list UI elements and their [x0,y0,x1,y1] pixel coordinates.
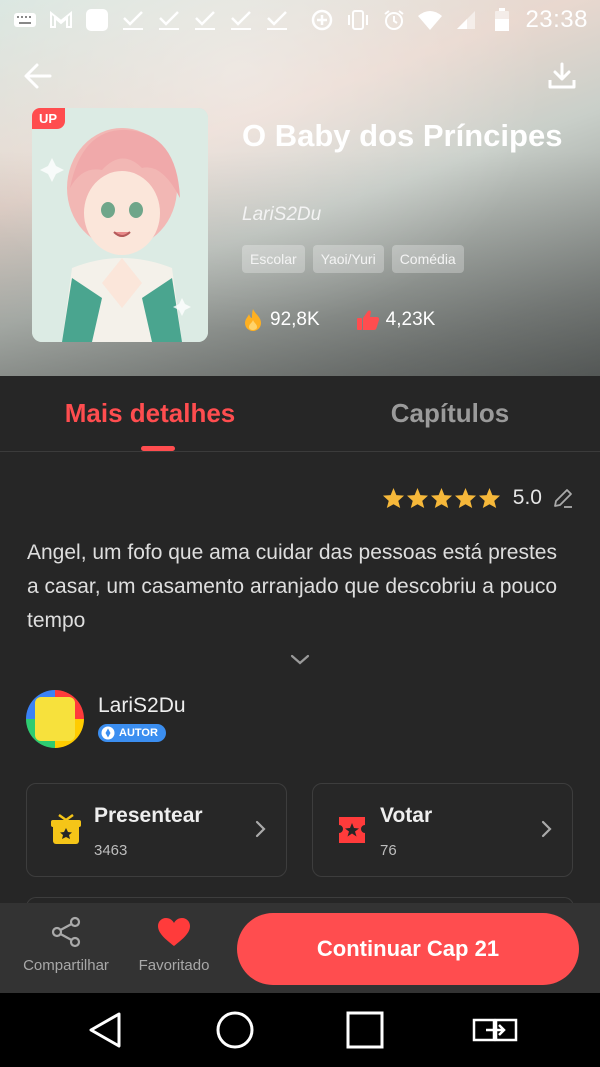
book-author[interactable]: LariS2Du [242,204,321,226]
detail-tabs: Mais detalhes Capítulos [0,376,600,452]
book-stats: 92,8K 4,23K [242,308,435,332]
heart-icon [158,918,190,946]
star-icon [406,487,428,509]
chevron-right-icon [541,820,552,838]
keyboard-icon [12,9,38,31]
square-recents-icon [346,1011,384,1049]
gift-card[interactable]: Presentear 3463 [26,783,287,877]
circle-home-icon [216,1011,254,1049]
views-count: 92,8K [270,309,320,330]
vote-title: Votar [380,804,433,827]
nav-home-button[interactable] [205,1000,265,1060]
likes-count: 4,23K [385,309,436,330]
author-name: LariS2Du [98,693,186,717]
download-icon [548,62,576,89]
check-icon [192,9,218,31]
chevron-right-icon [255,820,266,838]
status-bar: 23:38 [0,0,600,40]
gift-icon [51,814,81,844]
vote-card[interactable]: Votar 76 [312,783,573,877]
star-icon [478,487,500,509]
nav-switch-button[interactable] [465,1000,525,1060]
nav-back-button[interactable] [75,1000,135,1060]
vote-count: 76 [380,842,397,859]
gmail-icon [48,9,74,31]
gift-title: Presentear [94,804,203,827]
synopsis: Angel, um fofo que ama cuidar das pessoa… [27,541,557,632]
check-icon [156,9,182,31]
tag-item[interactable]: Yaoi/Yuri [312,245,384,273]
back-button[interactable] [18,56,58,96]
download-button[interactable] [542,56,582,96]
chevron-down-icon [290,654,310,665]
active-tab-indicator [141,446,175,451]
ticket-icon [339,817,365,843]
tag-item[interactable]: Escolar [242,245,305,273]
nav-recents-button[interactable] [335,1000,395,1060]
share-icon [51,916,81,948]
tab-details[interactable]: Mais detalhes [0,376,300,451]
signal-icon [453,9,479,31]
check-icon [264,9,290,31]
author-badge: AUTOR [98,723,166,742]
book-title: O Baby dos Príncipes [242,118,563,153]
tag-list: Escolar Yaoi/Yuri Comédia [242,245,464,273]
vibrate-icon [345,9,371,31]
share-label: Compartilhar [23,957,109,974]
avatar[interactable] [26,690,84,748]
gift-count: 3463 [94,842,128,859]
rating-value: 5.0 [512,486,542,509]
wifi-icon [417,9,443,31]
edit-pencil-icon[interactable] [552,487,574,509]
expand-button[interactable] [288,652,312,673]
update-badge: UP [32,108,66,129]
share-button[interactable]: Compartilhar [16,903,116,991]
cover-illustration [32,108,208,342]
check-icon [120,9,146,31]
favorite-button[interactable]: Favoritado [124,903,224,991]
rating[interactable]: 5.0 [382,486,574,510]
fire-icon [245,309,261,331]
clock: 23:38 [525,6,588,33]
verified-icon [101,726,115,739]
star-icon [454,487,476,509]
likes-stat: 4,23K [356,308,436,332]
data-saver-icon [309,9,335,31]
author-row[interactable]: LariS2Du AUTOR [26,690,186,748]
app-icon [84,9,110,31]
star-icon [382,487,404,509]
screen-switch-icon [472,1018,518,1042]
arrow-left-icon [24,63,52,89]
alarm-icon [381,9,407,31]
tag-item[interactable]: Comédia [391,245,464,273]
bottom-action-bar: Compartilhar Favoritado Continuar Cap 21 [0,903,600,993]
thumbs-up-icon [356,310,379,330]
star-icon [430,487,452,509]
views-stat: 92,8K [242,308,320,332]
battery-icon [489,8,515,31]
author-badge-label: AUTOR [119,726,158,739]
triangle-back-icon [89,1012,121,1048]
star-rating [382,487,501,509]
book-cover[interactable] [32,108,208,342]
system-nav-bar [0,993,600,1067]
continue-reading-button[interactable]: Continuar Cap 21 [237,913,579,985]
check-icon [228,9,254,31]
favorite-label: Favoritado [138,957,210,974]
tab-chapters[interactable]: Capítulos [300,376,600,451]
